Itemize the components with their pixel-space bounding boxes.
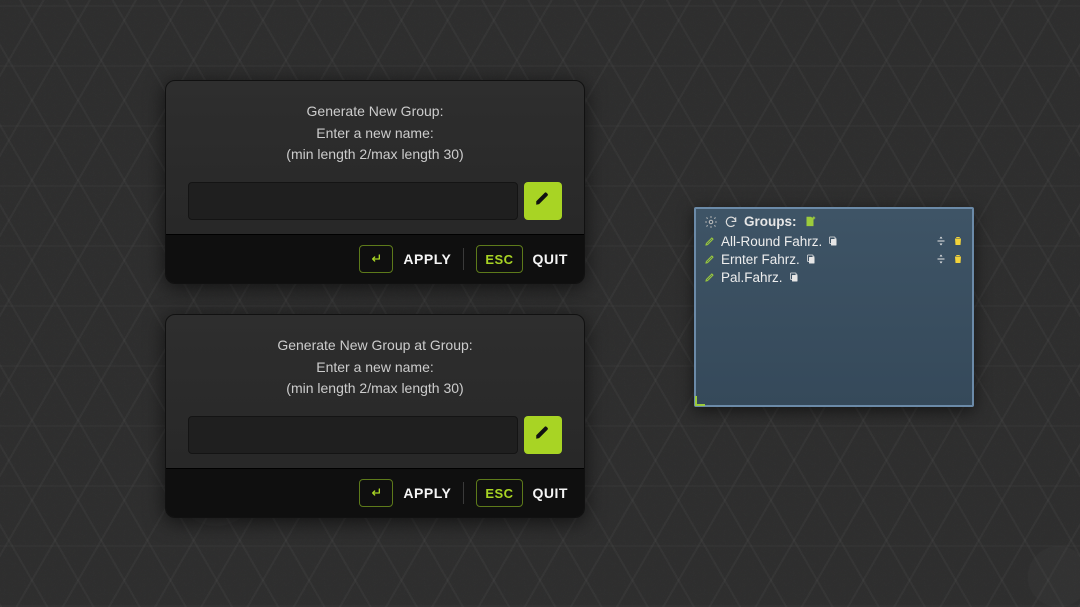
input-row [188, 416, 562, 454]
resize-handle[interactable] [695, 396, 705, 406]
rename-icon[interactable] [704, 235, 716, 247]
dialog-title: Generate New Group at Group: [188, 335, 562, 357]
group-name: Ernter Fahrz. [721, 252, 800, 267]
dialog-constraint: (min length 2/max length 30) [188, 144, 562, 166]
dialog-body: Generate New Group at Group: Enter a new… [166, 315, 584, 468]
esc-key-icon[interactable]: ESC [476, 479, 522, 507]
add-group-icon[interactable] [803, 215, 817, 229]
enter-key-icon[interactable] [359, 245, 393, 273]
delete-icon[interactable] [952, 253, 964, 265]
pencil-icon [534, 423, 552, 448]
footer-divider [463, 482, 464, 504]
dialog-footer: APPLY ESC QUIT [166, 468, 584, 517]
dialog-prompt: Enter a new name: [188, 357, 562, 379]
enter-key-icon[interactable] [359, 479, 393, 507]
apply-button[interactable]: APPLY [403, 485, 451, 501]
move-icon[interactable] [935, 235, 947, 247]
delete-icon[interactable] [952, 235, 964, 247]
footer-divider [463, 248, 464, 270]
quit-button[interactable]: QUIT [533, 485, 568, 501]
rename-icon[interactable] [704, 271, 716, 283]
edit-name-button[interactable] [524, 182, 562, 220]
move-icon[interactable] [935, 253, 947, 265]
quit-button[interactable]: QUIT [533, 251, 568, 267]
copy-icon[interactable]: + [805, 253, 817, 265]
group-name-input[interactable] [188, 182, 518, 220]
svg-text:+: + [795, 273, 798, 278]
dialog-prompt: Enter a new name: [188, 123, 562, 145]
new-group-dialog: Generate New Group: Enter a new name: (m… [165, 80, 585, 284]
svg-text:+: + [835, 237, 838, 242]
group-name-input[interactable] [188, 416, 518, 454]
dialog-title: Generate New Group: [188, 101, 562, 123]
input-row [188, 182, 562, 220]
gear-icon[interactable] [704, 215, 718, 229]
group-name: Pal.Fahrz. [721, 270, 783, 285]
refresh-icon[interactable] [724, 215, 738, 229]
group-row[interactable]: Ernter Fahrz. + [704, 250, 964, 268]
group-row[interactable]: All-Round Fahrz. + [704, 232, 964, 250]
groups-panel[interactable]: Groups: All-Round Fahrz. + Ernter Fahrz.… [694, 207, 974, 407]
dialog-constraint: (min length 2/max length 30) [188, 378, 562, 400]
dialog-body: Generate New Group: Enter a new name: (m… [166, 81, 584, 234]
rename-icon[interactable] [704, 253, 716, 265]
dialog-footer: APPLY ESC QUIT [166, 234, 584, 283]
panel-title: Groups: [744, 214, 797, 229]
edit-name-button[interactable] [524, 416, 562, 454]
copy-icon[interactable]: + [788, 271, 800, 283]
group-name: All-Round Fahrz. [721, 234, 822, 249]
pencil-icon [534, 189, 552, 214]
svg-text:+: + [812, 255, 815, 260]
copy-icon[interactable]: + [827, 235, 839, 247]
group-row[interactable]: Pal.Fahrz. + [704, 268, 964, 286]
panel-header: Groups: [696, 209, 972, 232]
esc-key-icon[interactable]: ESC [476, 245, 522, 273]
new-group-at-group-dialog: Generate New Group at Group: Enter a new… [165, 314, 585, 518]
apply-button[interactable]: APPLY [403, 251, 451, 267]
groups-list: All-Round Fahrz. + Ernter Fahrz. + [696, 232, 972, 286]
